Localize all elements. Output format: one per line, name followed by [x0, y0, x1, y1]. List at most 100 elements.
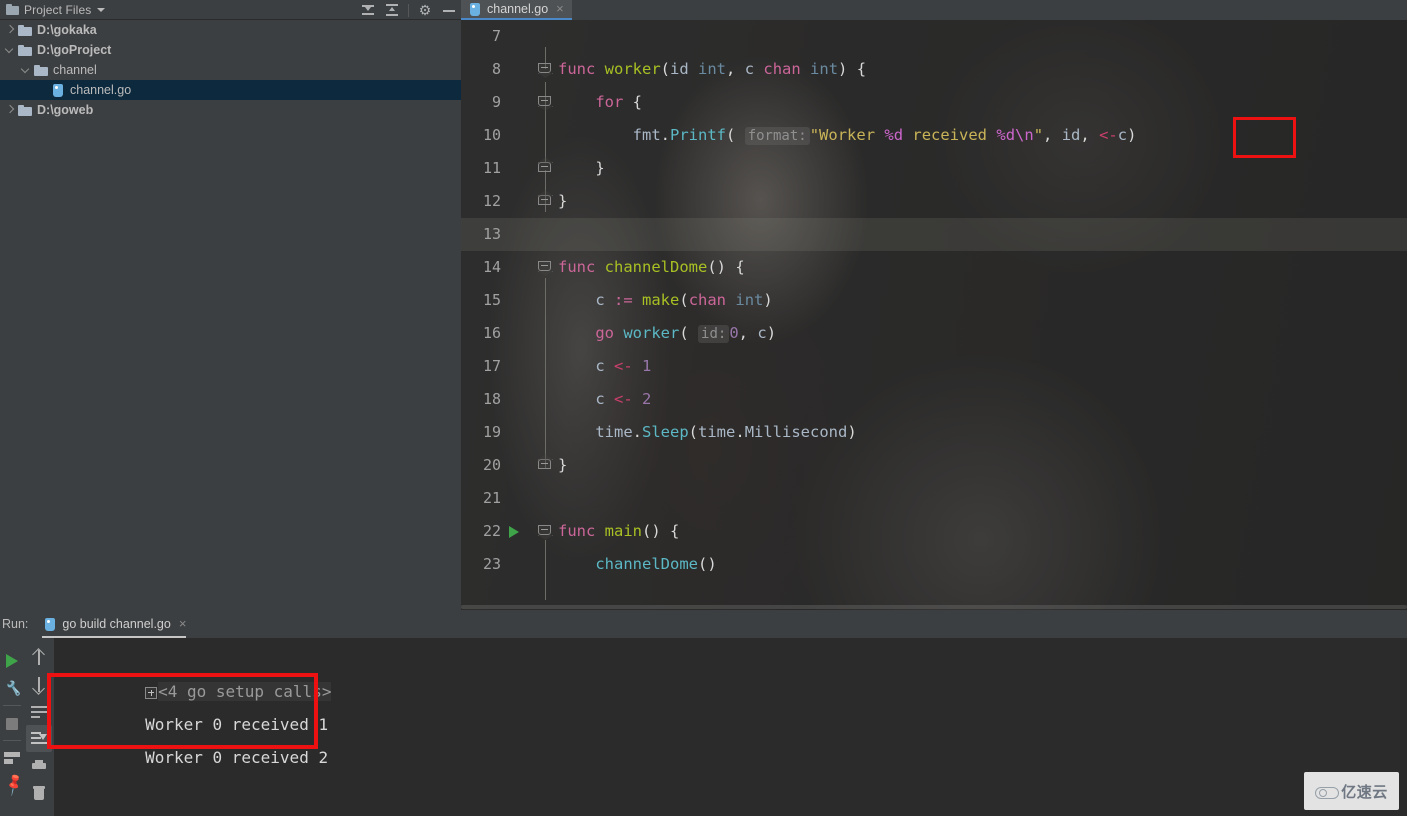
line-number: 17 — [482, 357, 501, 375]
expand-all-icon[interactable] — [384, 2, 400, 18]
run-tab-go-build[interactable]: go build channel.go × — [38, 611, 190, 638]
fold-marker-icon[interactable] — [538, 62, 553, 77]
close-icon[interactable]: × — [179, 617, 187, 630]
tab-channel-go[interactable]: channel.go × — [461, 0, 572, 20]
console-line-text: Worker 0 received 1 — [145, 715, 329, 734]
go-file-icon — [52, 83, 64, 97]
line-content: c <- 1 — [558, 357, 652, 375]
line-content: } — [558, 192, 568, 210]
chevron-down-icon[interactable] — [97, 7, 106, 12]
line-number: 16 — [482, 324, 501, 342]
fold-marker-icon[interactable] — [538, 260, 553, 275]
fold-marker-icon[interactable] — [538, 161, 553, 176]
project-panel-toolbar: ⚙ — [360, 0, 457, 20]
run-gutter-icon[interactable] — [509, 526, 519, 538]
ide-window: Project Files ⚙ D:\gokaka D:\goProject c… — [0, 0, 1407, 816]
line-content: channelDome() — [595, 555, 717, 573]
project-files-panel: Project Files ⚙ D:\gokaka D:\goProject c… — [0, 0, 461, 608]
chevron-right-icon[interactable] — [2, 22, 18, 38]
tree-item-gokaka[interactable]: D:\gokaka — [0, 20, 461, 40]
console-folded-row[interactable]: <4 go setup calls> — [54, 642, 1407, 701]
console-line: Process finished with exit code 0 — [54, 774, 1407, 816]
chevron-down-icon[interactable] — [18, 62, 34, 78]
fold-marker-icon[interactable] — [538, 95, 553, 110]
up-arrow-icon[interactable] — [26, 644, 52, 671]
down-arrow-icon[interactable] — [26, 671, 52, 698]
line-number: 12 — [482, 192, 501, 210]
code-line[interactable]: 23 channelDome() — [461, 548, 1407, 581]
stop-icon[interactable] — [0, 709, 24, 737]
folder-icon — [18, 104, 32, 116]
code-line[interactable]: 11 } — [461, 152, 1407, 185]
line-content: func channelDome() { — [558, 258, 745, 276]
project-files-icon — [6, 4, 19, 15]
console-line-text: Worker 0 received 2 — [145, 748, 329, 767]
inlay-hint-id: id: — [698, 325, 730, 343]
line-number: 10 — [482, 126, 501, 144]
soft-wrap-icon[interactable] — [26, 698, 52, 725]
code-line[interactable]: 20 } — [461, 449, 1407, 482]
trash-icon[interactable] — [26, 779, 52, 806]
print-icon[interactable] — [26, 752, 52, 779]
expand-icon[interactable] — [145, 686, 158, 699]
fold-marker-icon[interactable] — [538, 524, 553, 539]
line-number: 15 — [482, 291, 501, 309]
line-content: c := make(chan int) — [558, 291, 773, 309]
code-line[interactable]: 10 fmt.Printf( format: "Worker %d receive… — [461, 119, 1407, 152]
line-number: 14 — [482, 258, 501, 276]
fold-marker-icon[interactable] — [538, 194, 553, 209]
layout-icon[interactable] — [0, 744, 24, 772]
code-line[interactable]: 14 func channelDome() { — [461, 251, 1407, 284]
tree-item-goproject[interactable]: D:\goProject — [0, 40, 461, 60]
tree-item-channel-go[interactable]: channel.go — [0, 80, 461, 100]
go-file-icon — [44, 617, 56, 631]
code-line[interactable]: 16 go worker( id: 0, c) — [461, 317, 1407, 350]
scrollbar-thumb[interactable] — [461, 605, 1407, 609]
chevron-right-icon[interactable] — [2, 102, 18, 118]
folder-icon — [18, 44, 32, 56]
editor-tab-strip: channel.go × — [461, 0, 1407, 20]
minimize-icon[interactable] — [441, 2, 457, 18]
editor-content[interactable]: 7 8 func worker(id int, c chan int) { 9 … — [461, 20, 1407, 610]
console-line-text: <4 go setup calls> — [158, 682, 332, 701]
line-number: 13 — [482, 225, 501, 243]
go-file-icon — [469, 2, 481, 16]
tree-item-label: D:\gokaka — [37, 23, 97, 37]
collapse-all-icon[interactable] — [360, 2, 376, 18]
code-line[interactable]: 18 c <- 2 — [461, 383, 1407, 416]
code-line[interactable]: 12 } — [461, 185, 1407, 218]
inlay-hint-format: format: — [744, 127, 810, 145]
settings-wrench-icon[interactable]: 🔧 — [0, 674, 24, 702]
code-line[interactable]: 15 c := make(chan int) — [461, 284, 1407, 317]
pin-icon[interactable]: 📌 — [0, 772, 25, 800]
run-actions-toolbar: 🔧 📌 — [0, 638, 25, 816]
code-line[interactable]: 8 func worker(id int, c chan int) { — [461, 53, 1407, 86]
line-content: for { — [595, 93, 643, 111]
line-content: } — [595, 159, 605, 177]
line-number: 11 — [482, 159, 501, 177]
code-line[interactable]: 17 c <- 1 — [461, 350, 1407, 383]
project-tree: D:\gokaka D:\goProject channel channel.g… — [0, 20, 461, 120]
code-line[interactable]: 21 — [461, 482, 1407, 515]
line-number: 8 — [491, 60, 501, 78]
tree-item-label: D:\goProject — [37, 43, 112, 57]
code-line[interactable]: 7 — [461, 20, 1407, 53]
code-line-current[interactable]: 13 — [461, 218, 1407, 251]
tree-item-goweb[interactable]: D:\goweb — [0, 100, 461, 120]
console-output[interactable]: <4 go setup calls> Worker 0 received 1 W… — [54, 638, 1407, 816]
toolbar-divider — [3, 740, 21, 741]
code-line[interactable]: 22 func main() { — [461, 515, 1407, 548]
tree-item-channel[interactable]: channel — [0, 60, 461, 80]
chevron-down-icon[interactable] — [2, 42, 18, 58]
close-icon[interactable]: × — [556, 2, 564, 15]
line-content: func worker(id int, c chan int) { — [558, 60, 867, 78]
gear-icon[interactable]: ⚙ — [417, 2, 433, 18]
code-line[interactable]: 19 time.Sleep(time.Millisecond) — [461, 416, 1407, 449]
code-line[interactable]: 9 for { — [461, 86, 1407, 119]
rerun-icon[interactable] — [0, 646, 24, 674]
line-number: 18 — [482, 390, 501, 408]
watermark-text: 亿速云 — [1341, 783, 1388, 801]
fold-marker-icon[interactable] — [538, 458, 553, 473]
line-number: 9 — [491, 93, 501, 111]
scroll-to-end-icon[interactable] — [26, 725, 52, 752]
